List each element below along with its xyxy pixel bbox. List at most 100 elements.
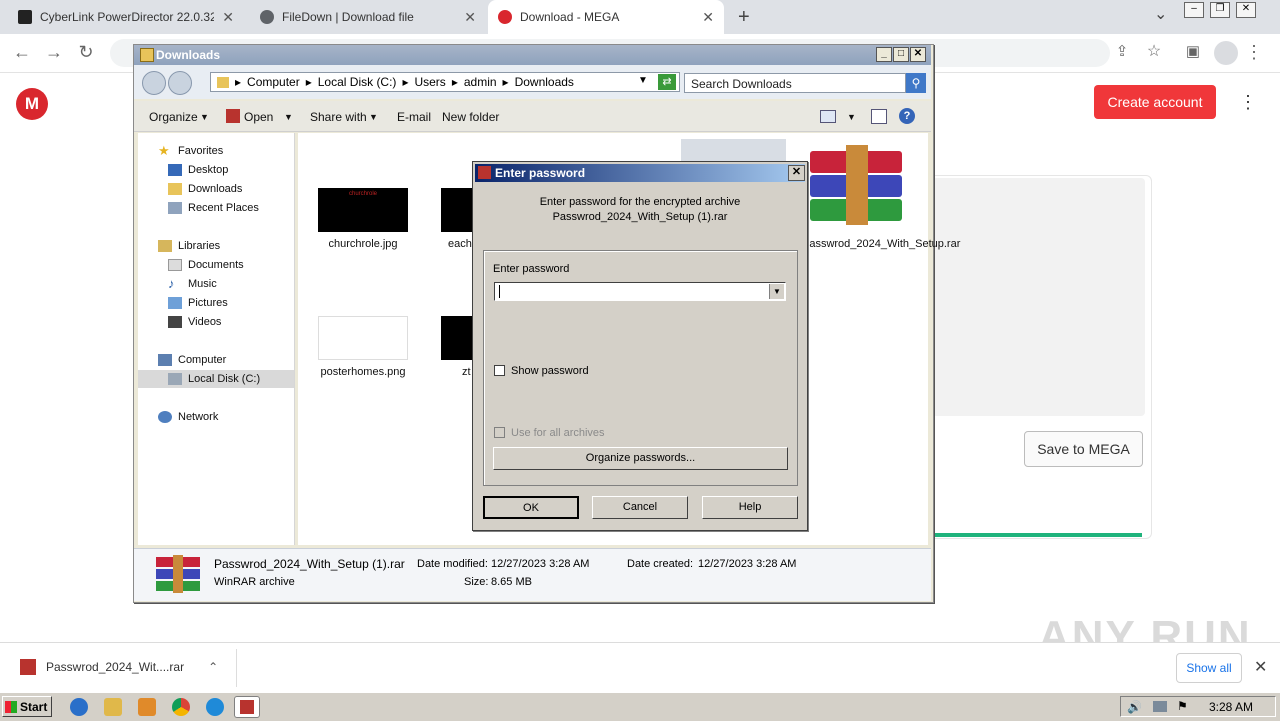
start-button[interactable]: Start [2,696,52,717]
view-icon[interactable] [820,110,836,123]
internet-explorer-icon[interactable] [70,698,88,716]
mega-logo[interactable]: M [16,88,48,120]
breadcrumb-admin[interactable]: admin [464,75,497,89]
media-player-icon[interactable] [138,698,156,716]
close-icon[interactable]: ✕ [702,9,714,26]
close-icon[interactable]: ✕ [1254,657,1267,677]
close-icon[interactable]: ✕ [464,9,476,26]
breadcrumb[interactable]: ▸ Computer ▸ Local Disk (C:) ▸ Users ▸ admi… [210,72,680,92]
back-icon[interactable]: ← [10,40,34,64]
show-all-button[interactable]: Show all [1176,653,1242,683]
new-tab-button[interactable]: + [738,6,750,29]
restore-button[interactable]: ❐ [1210,2,1230,18]
chevron-down-icon[interactable]: ▼ [200,112,209,122]
nav-desktop[interactable]: Desktop [168,164,228,176]
email-button[interactable]: E-mail [397,110,431,124]
new-folder-button[interactable]: New folder [442,110,499,124]
tab-powerdirector[interactable]: CyberLink PowerDirector 22.0.3215 ✕ [8,0,244,34]
tab-filedown[interactable]: FileDown | Download file ✕ [250,0,486,34]
reload-icon[interactable]: ↻ [74,40,98,64]
minimize-button[interactable]: _ [876,47,892,62]
nav-videos[interactable]: Videos [168,316,221,328]
explorer-title-bar[interactable]: Downloads _ □ ✕ [134,45,931,65]
chevron-down-icon[interactable]: ▼ [847,112,856,122]
chevron-down-icon[interactable]: ▼ [369,112,378,122]
chrome-icon[interactable] [172,698,190,716]
share-icon[interactable]: ⇪ [1110,40,1134,64]
organize-passwords-button[interactable]: Organize passwords... [493,447,788,470]
help-icon[interactable]: ? [899,108,915,124]
nav-documents[interactable]: Documents [168,259,244,271]
nav-local-disk[interactable]: Local Disk (C:) [168,373,260,385]
volume-icon[interactable]: 🔊 [1127,700,1142,714]
taskbar: Start 🔊 ⚑ 3:28 AM [0,692,1280,721]
bookmark-star-icon[interactable]: ☆ [1142,40,1166,64]
create-account-button[interactable]: Create account [1094,85,1216,119]
search-input[interactable]: Search Downloads [684,73,906,93]
profile-avatar[interactable] [1214,41,1238,65]
share-with-menu[interactable]: Share with [310,110,367,124]
tab-title: Download - MEGA [520,10,620,24]
chevron-down-icon[interactable]: ▼ [638,75,648,86]
network-icon[interactable] [1153,701,1167,712]
winrar-archive-icon[interactable] [810,145,902,225]
close-button[interactable]: ✕ [910,47,926,62]
libraries-icon [158,240,172,252]
chevron-up-icon[interactable]: ⌃ [208,660,218,674]
nav-network[interactable]: Network [158,411,218,423]
password-input[interactable]: ▼ [494,282,786,301]
menu-icon[interactable]: ⋮ [1242,40,1266,64]
forward-icon[interactable]: → [42,40,66,64]
breadcrumb-local-disk[interactable]: Local Disk (C:) [318,75,397,89]
file-name[interactable]: posterhomes.png [308,366,418,378]
ok-button[interactable]: OK [483,496,579,519]
dialog-title-bar[interactable]: Enter password ✕ [475,164,805,182]
tab-mega[interactable]: Download - MEGA ✕ [488,0,724,34]
minimize-button[interactable]: – [1184,2,1204,18]
chevron-down-icon[interactable]: ▼ [769,284,784,299]
folder-icon [168,183,182,195]
cancel-button[interactable]: Cancel [592,496,688,519]
breadcrumb-computer[interactable]: Computer [247,75,300,89]
side-panel-icon[interactable]: ▣ [1181,40,1205,64]
flag-icon[interactable]: ⚑ [1177,699,1188,713]
help-button[interactable]: Help [702,496,798,519]
close-window-button[interactable]: ✕ [1236,2,1256,18]
maximize-button[interactable]: □ [893,47,909,62]
preview-pane-icon[interactable] [871,109,887,124]
organize-menu[interactable]: Organize [149,110,198,124]
mega-menu-icon[interactable]: ⋮ [1238,92,1258,114]
nav-recent-places[interactable]: Recent Places [168,202,259,214]
chevron-down-icon[interactable]: ▼ [284,112,293,122]
tab-search-button[interactable]: ⌄ [1154,4,1167,24]
file-thumbnail-churchrole[interactable]: churchrole [318,188,408,232]
file-name[interactable]: Passwrod_2024_With_Setup.rar [802,238,960,250]
forward-icon[interactable] [168,71,192,95]
nav-music[interactable]: ♪ Music [168,277,217,290]
close-button[interactable]: ✕ [788,165,805,181]
breadcrumb-downloads[interactable]: Downloads [515,75,574,89]
show-password-checkbox[interactable] [494,365,505,376]
file-thumbnail-posterhomes[interactable] [318,316,408,360]
winrar-taskbar-button[interactable] [234,696,260,718]
close-icon[interactable]: ✕ [222,9,234,26]
breadcrumb-users[interactable]: Users [414,75,445,89]
back-icon[interactable] [142,71,166,95]
nav-favorites[interactable]: ★ Favorites [158,144,223,157]
nav-libraries[interactable]: Libraries [158,240,220,252]
edge-icon[interactable] [206,698,224,716]
refresh-icon[interactable]: ⇄ [658,74,676,90]
file-name[interactable]: churchrole.jpg [308,238,418,250]
open-button[interactable]: Open [244,110,273,124]
save-to-mega-button[interactable]: Save to MEGA [1024,431,1143,467]
detail-file-type: WinRAR archive [214,576,295,588]
tab-title: CyberLink PowerDirector 22.0.3215 [40,10,215,24]
search-icon[interactable]: ⚲ [906,73,926,93]
pictures-icon [168,297,182,309]
nav-downloads[interactable]: Downloads [168,183,242,195]
nav-pictures[interactable]: Pictures [168,297,228,309]
download-item[interactable]: Passwrod_2024_Wit....rar ⌃ [10,651,230,683]
explorer-folder-icon[interactable] [104,698,122,716]
use-for-all-checkbox [494,427,505,438]
nav-computer[interactable]: Computer [158,354,226,366]
